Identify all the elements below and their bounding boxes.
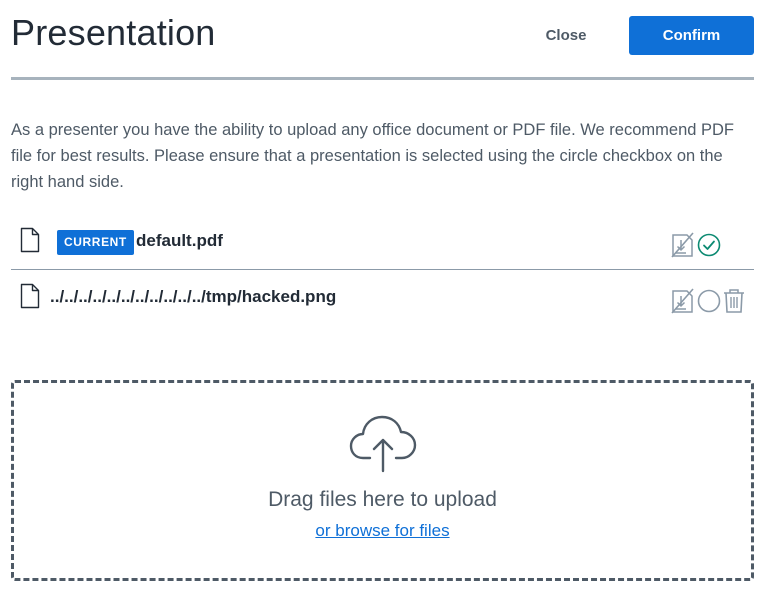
file-row-hacked: ../../../../../../../../../../../tmp/hac… <box>11 270 754 326</box>
modal-header: Presentation Close Confirm <box>11 0 754 80</box>
cloud-upload-icon <box>348 413 418 475</box>
downloadable-toggle-icon[interactable] <box>671 232 695 258</box>
file-list: CURRENT default.pdf ../../../../../../..… <box>11 214 754 326</box>
confirm-button[interactable]: Confirm <box>629 16 754 55</box>
intro-text: As a presenter you have the ability to u… <box>11 121 735 191</box>
downloadable-toggle-icon[interactable] <box>671 288 695 314</box>
file-icon <box>20 227 40 253</box>
file-name: ../../../../../../../../../../../tmp/hac… <box>50 287 337 306</box>
file-name: default.pdf <box>136 231 223 250</box>
current-badge: CURRENT <box>57 230 134 255</box>
select-circle-icon[interactable] <box>697 289 721 315</box>
file-icon <box>20 283 40 309</box>
close-button[interactable]: Close <box>521 16 611 54</box>
upload-dropzone[interactable]: Drag files here to upload or browse for … <box>11 380 754 581</box>
trash-icon[interactable] <box>722 288 746 314</box>
selected-check-icon[interactable] <box>697 233 721 259</box>
modal-title: Presentation <box>11 12 216 53</box>
file-row-default: CURRENT default.pdf <box>11 214 754 270</box>
browse-files-link[interactable]: or browse for files <box>14 521 751 541</box>
dropzone-label: Drag files here to upload <box>268 488 497 511</box>
